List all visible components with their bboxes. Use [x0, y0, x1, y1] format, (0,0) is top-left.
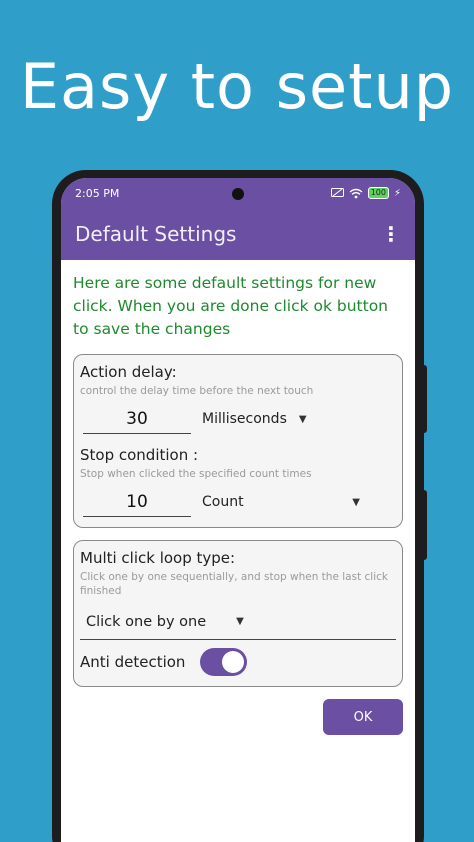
ok-button[interactable]: OK: [323, 699, 403, 735]
more-vert-icon[interactable]: ⋮: [381, 222, 401, 246]
wifi-icon: [349, 188, 363, 198]
battery-icon: 100: [367, 187, 389, 199]
action-delay-label: Action delay:: [80, 363, 177, 381]
front-camera: [232, 188, 244, 200]
loop-type-value: Click one by one: [86, 613, 207, 630]
loop-settings-card: Multi click loop type: Click one by one …: [73, 540, 403, 687]
chevron-down-icon: ▼: [352, 496, 360, 508]
delay-unit-select[interactable]: Milliseconds ▼: [202, 404, 307, 434]
status-time: 2:05 PM: [75, 186, 120, 200]
anti-detection-switch[interactable]: [200, 648, 248, 676]
switch-knob: [222, 651, 245, 673]
stop-unit-select[interactable]: Count ▼: [202, 487, 360, 517]
phone-side-button: [422, 490, 427, 560]
intro-text: Here are some default settings for new c…: [73, 274, 389, 338]
app-bar: Default Settings ⋮: [61, 208, 415, 260]
chevron-down-icon: ▼: [236, 616, 244, 627]
stop-count-input[interactable]: [83, 487, 191, 517]
status-bar: 2:05 PM 100 ⚡: [61, 178, 415, 208]
action-delay-description: control the delay time before the next t…: [80, 385, 314, 397]
anti-detection-label: Anti detection: [80, 653, 186, 671]
stop-condition-description: Stop when clicked the specified count ti…: [80, 468, 312, 480]
loop-type-description: Click one by one sequentially, and stop …: [80, 571, 388, 597]
stop-unit-value: Count: [202, 494, 244, 510]
delay-settings-card: Action delay: control the delay time bef…: [73, 354, 403, 528]
app-bar-title: Default Settings: [75, 222, 237, 246]
delay-unit-value: Milliseconds: [202, 411, 287, 427]
phone-side-button: [422, 365, 427, 433]
stop-condition-label: Stop condition :: [80, 446, 199, 464]
chevron-down-icon: ▼: [298, 413, 307, 425]
action-delay-input[interactable]: [83, 404, 191, 434]
screen-share-off-icon: [330, 188, 344, 197]
charging-icon: ⚡: [393, 187, 401, 199]
settings-content: Here are some default settings for new c…: [61, 260, 415, 735]
status-icons: 100 ⚡: [330, 187, 401, 199]
headline: Easy to setup: [19, 50, 455, 123]
phone-screen: 2:05 PM 100 ⚡ Default Settings ⋮ Here ar…: [61, 178, 415, 842]
loop-type-select[interactable]: Click one by one ▼: [80, 604, 396, 640]
loop-type-label: Multi click loop type:: [80, 549, 236, 567]
